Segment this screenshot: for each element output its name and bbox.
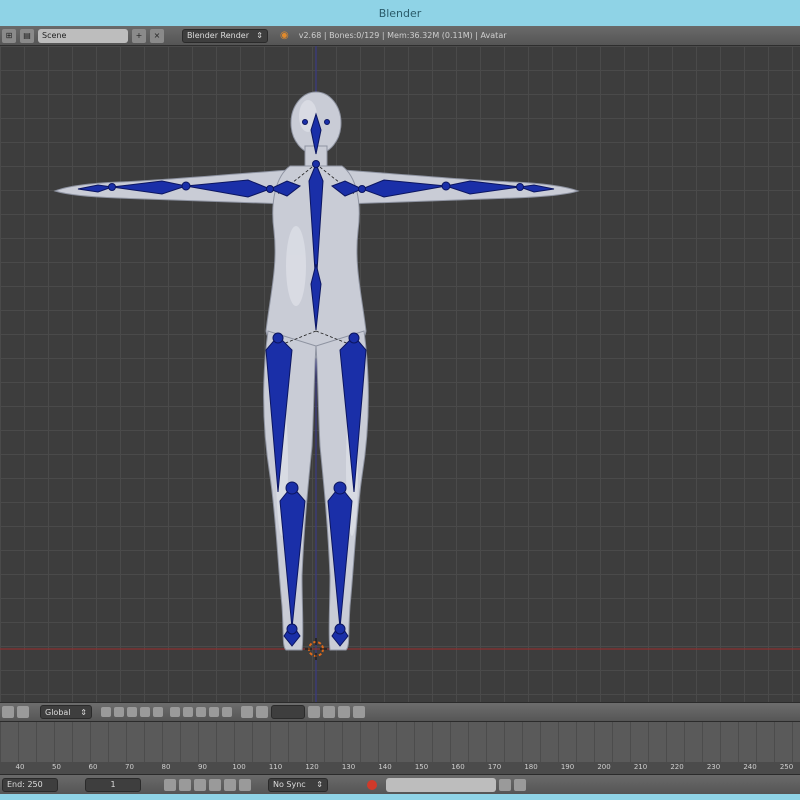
scene-canvas[interactable]	[0, 46, 800, 702]
layer-button[interactable]	[170, 707, 180, 717]
bone-eye-right	[324, 119, 330, 125]
layout-menu-icon[interactable]: ⊞	[2, 28, 16, 43]
layer-button[interactable]	[114, 707, 124, 717]
ruler-tick-label: 250	[779, 763, 794, 771]
dropdown-arrow-icon: ⇕	[316, 780, 323, 789]
layer-button[interactable]	[209, 707, 219, 717]
ruler-tick-label: 70	[125, 763, 134, 771]
prev-keyframe-icon[interactable]	[179, 778, 191, 791]
scene-stats: v2.68 | Bones:0/129 | Mem:36.32M (0.11M)…	[298, 31, 507, 40]
snap-icon[interactable]	[256, 706, 268, 718]
window-titlebar: Blender	[0, 0, 800, 26]
ruler-tick-label: 100	[232, 763, 246, 771]
ruler-tick-label: 220	[670, 763, 684, 771]
timeline-area[interactable]	[0, 722, 800, 763]
jump-start-icon[interactable]	[164, 778, 176, 791]
pivot-icon[interactable]	[2, 706, 14, 718]
scene-selector[interactable]: Scene	[38, 28, 128, 43]
timeline-ruler: 40 50 60 70 80 90 100 110 120 130 140 150 160 170 180 1…	[0, 762, 800, 774]
ruler-tick-label: 200	[597, 763, 611, 771]
ruler-tick-label: 230	[706, 763, 721, 771]
play-reverse-icon[interactable]	[194, 778, 206, 791]
ruler-tick-label: 80	[161, 763, 171, 771]
insert-keyframe-icon[interactable]	[499, 778, 511, 791]
ruler-tick-label: 170	[487, 763, 502, 771]
ruler-tick-label: 210	[633, 763, 648, 771]
current-frame-field[interactable]: 1	[85, 777, 141, 792]
render-engine-label: Blender Render	[187, 31, 250, 40]
delete-keyframe-icon[interactable]	[514, 778, 526, 791]
ruler-tick-label: 110	[268, 763, 283, 771]
bone-eye-left	[302, 119, 308, 125]
lock-icon[interactable]	[241, 706, 253, 718]
orientation-dropdown[interactable]: Global ⇕	[40, 705, 92, 719]
ruler-tick-label: 60	[88, 763, 98, 771]
info-header: ⊞ ▤ Scene + × Blender Render ⇕ ◉ v2.68 |…	[0, 26, 800, 46]
scene-name: Scene	[42, 31, 67, 40]
record-icon[interactable]	[367, 779, 377, 790]
scene-add-icon[interactable]: +	[132, 28, 146, 43]
snap-target-dropdown[interactable]	[271, 705, 305, 719]
render-engine-dropdown[interactable]: Blender Render ⇕	[182, 28, 268, 43]
ruler-tick-label: 240	[743, 763, 757, 771]
ruler-tick-label: 160	[451, 763, 465, 771]
end-frame-field[interactable]: End: 250	[2, 777, 58, 792]
timeline-header: End: 250 1 No Sync ⇕	[0, 774, 800, 794]
ruler-tick-label: 50	[52, 763, 61, 771]
orientation-label: Global	[45, 707, 71, 717]
dropdown-arrow-icon: ⇕	[256, 31, 263, 40]
ruler-tick-label: 180	[524, 763, 538, 771]
manipulator-icon[interactable]	[17, 706, 29, 718]
end-frame-label: End: 250	[7, 780, 43, 789]
ruler-tick-label: 120	[305, 763, 319, 771]
dropdown-arrow-icon: ⇕	[80, 707, 87, 717]
jump-end-icon[interactable]	[239, 778, 251, 791]
ruler-tick-label: 190	[560, 763, 575, 771]
sync-mode-dropdown[interactable]: No Sync ⇕	[268, 777, 328, 792]
layer-button[interactable]	[153, 707, 163, 717]
ruler-tick-label: 90	[198, 763, 207, 771]
blender-logo-icon: ◉	[280, 30, 289, 41]
onion-skin-icon[interactable]	[323, 706, 335, 718]
render-preview-icon[interactable]	[338, 706, 350, 718]
3d-view-header: Global ⇕	[0, 702, 800, 722]
ruler-tick-label: 150	[414, 763, 429, 771]
window-bottom-border	[0, 794, 800, 800]
opengl-render-icon[interactable]	[353, 706, 365, 718]
layer-button[interactable]	[183, 707, 193, 717]
3d-viewport[interactable]	[0, 46, 800, 702]
proportional-edit-icon[interactable]	[308, 706, 320, 718]
keying-set-field[interactable]	[386, 777, 496, 792]
window-title: Blender	[378, 6, 422, 20]
screen-layout-icon[interactable]: ▤	[20, 28, 34, 43]
scene-remove-icon[interactable]: ×	[150, 28, 164, 43]
ruler-tick-label: 40	[15, 763, 25, 771]
play-icon[interactable]	[209, 778, 221, 791]
layer-button[interactable]	[196, 707, 206, 717]
ruler-tick-label: 130	[341, 763, 356, 771]
layer-button[interactable]	[101, 707, 111, 717]
layer-button[interactable]	[222, 707, 232, 717]
layer-button[interactable]	[140, 707, 150, 717]
sync-mode-label: No Sync	[273, 780, 306, 789]
layer-button[interactable]	[127, 707, 137, 717]
current-frame-value: 1	[110, 780, 116, 789]
next-keyframe-icon[interactable]	[224, 778, 236, 791]
ruler-tick-label: 140	[378, 763, 392, 771]
